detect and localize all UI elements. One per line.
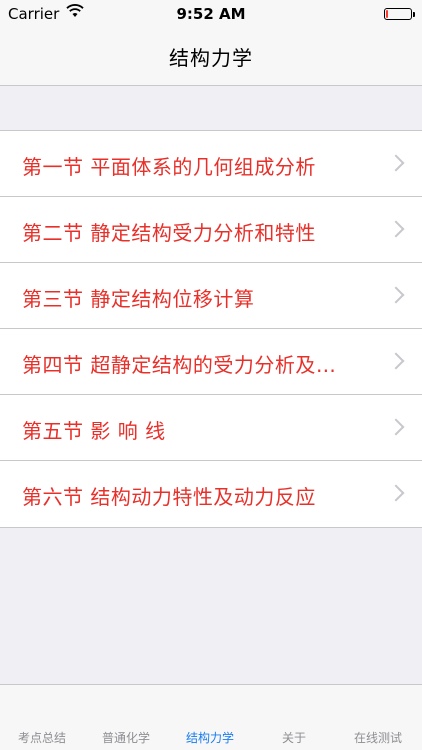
- chevron-right-icon: [387, 352, 405, 370]
- list-item[interactable]: 第二节 静定结构受力分析和特性: [0, 197, 422, 263]
- list-item[interactable]: 第六节 结构动力特性及动力反应: [0, 461, 422, 527]
- chapter-list: 第一节 平面体系的几何组成分析 第二节 静定结构受力分析和特性 第三节 静定结构…: [0, 130, 422, 528]
- chevron-right-icon: [387, 484, 405, 502]
- list-item-label: 第二节 静定结构受力分析和特性: [22, 221, 316, 245]
- tab-general-chemistry[interactable]: 普通化学: [84, 729, 168, 746]
- tab-bar: 考点总结 普通化学 结构力学 关于 在线测试: [0, 684, 422, 750]
- chevron-right-icon: [387, 286, 405, 304]
- tab-structural-mechanics[interactable]: 结构力学: [168, 729, 252, 746]
- navigation-bar: 结构力学: [0, 28, 422, 86]
- list-item-label: 第三节 静定结构位移计算: [22, 287, 255, 311]
- list-item-label: 第五节 影 响 线: [22, 419, 166, 443]
- list-item-label: 第四节 超静定结构的受力分析及…: [22, 353, 337, 377]
- list-item[interactable]: 第一节 平面体系的几何组成分析: [0, 131, 422, 197]
- chevron-right-icon: [387, 418, 405, 436]
- status-bar: Carrier 9:52 AM: [0, 0, 422, 28]
- tab-online-test[interactable]: 在线测试: [336, 729, 420, 746]
- battery-icon: [384, 8, 415, 20]
- tab-summary[interactable]: 考点总结: [0, 729, 84, 746]
- status-time: 9:52 AM: [176, 5, 246, 23]
- list-item-label: 第六节 结构动力特性及动力反应: [22, 485, 316, 509]
- list-item-label: 第一节 平面体系的几何组成分析: [22, 155, 316, 179]
- chevron-right-icon: [387, 154, 405, 172]
- list-item[interactable]: 第四节 超静定结构的受力分析及…: [0, 329, 422, 395]
- list-item[interactable]: 第五节 影 响 线: [0, 395, 422, 461]
- tab-about[interactable]: 关于: [252, 729, 336, 746]
- chevron-right-icon: [387, 220, 405, 238]
- page-title: 结构力学: [169, 46, 253, 70]
- list-item[interactable]: 第三节 静定结构位移计算: [0, 263, 422, 329]
